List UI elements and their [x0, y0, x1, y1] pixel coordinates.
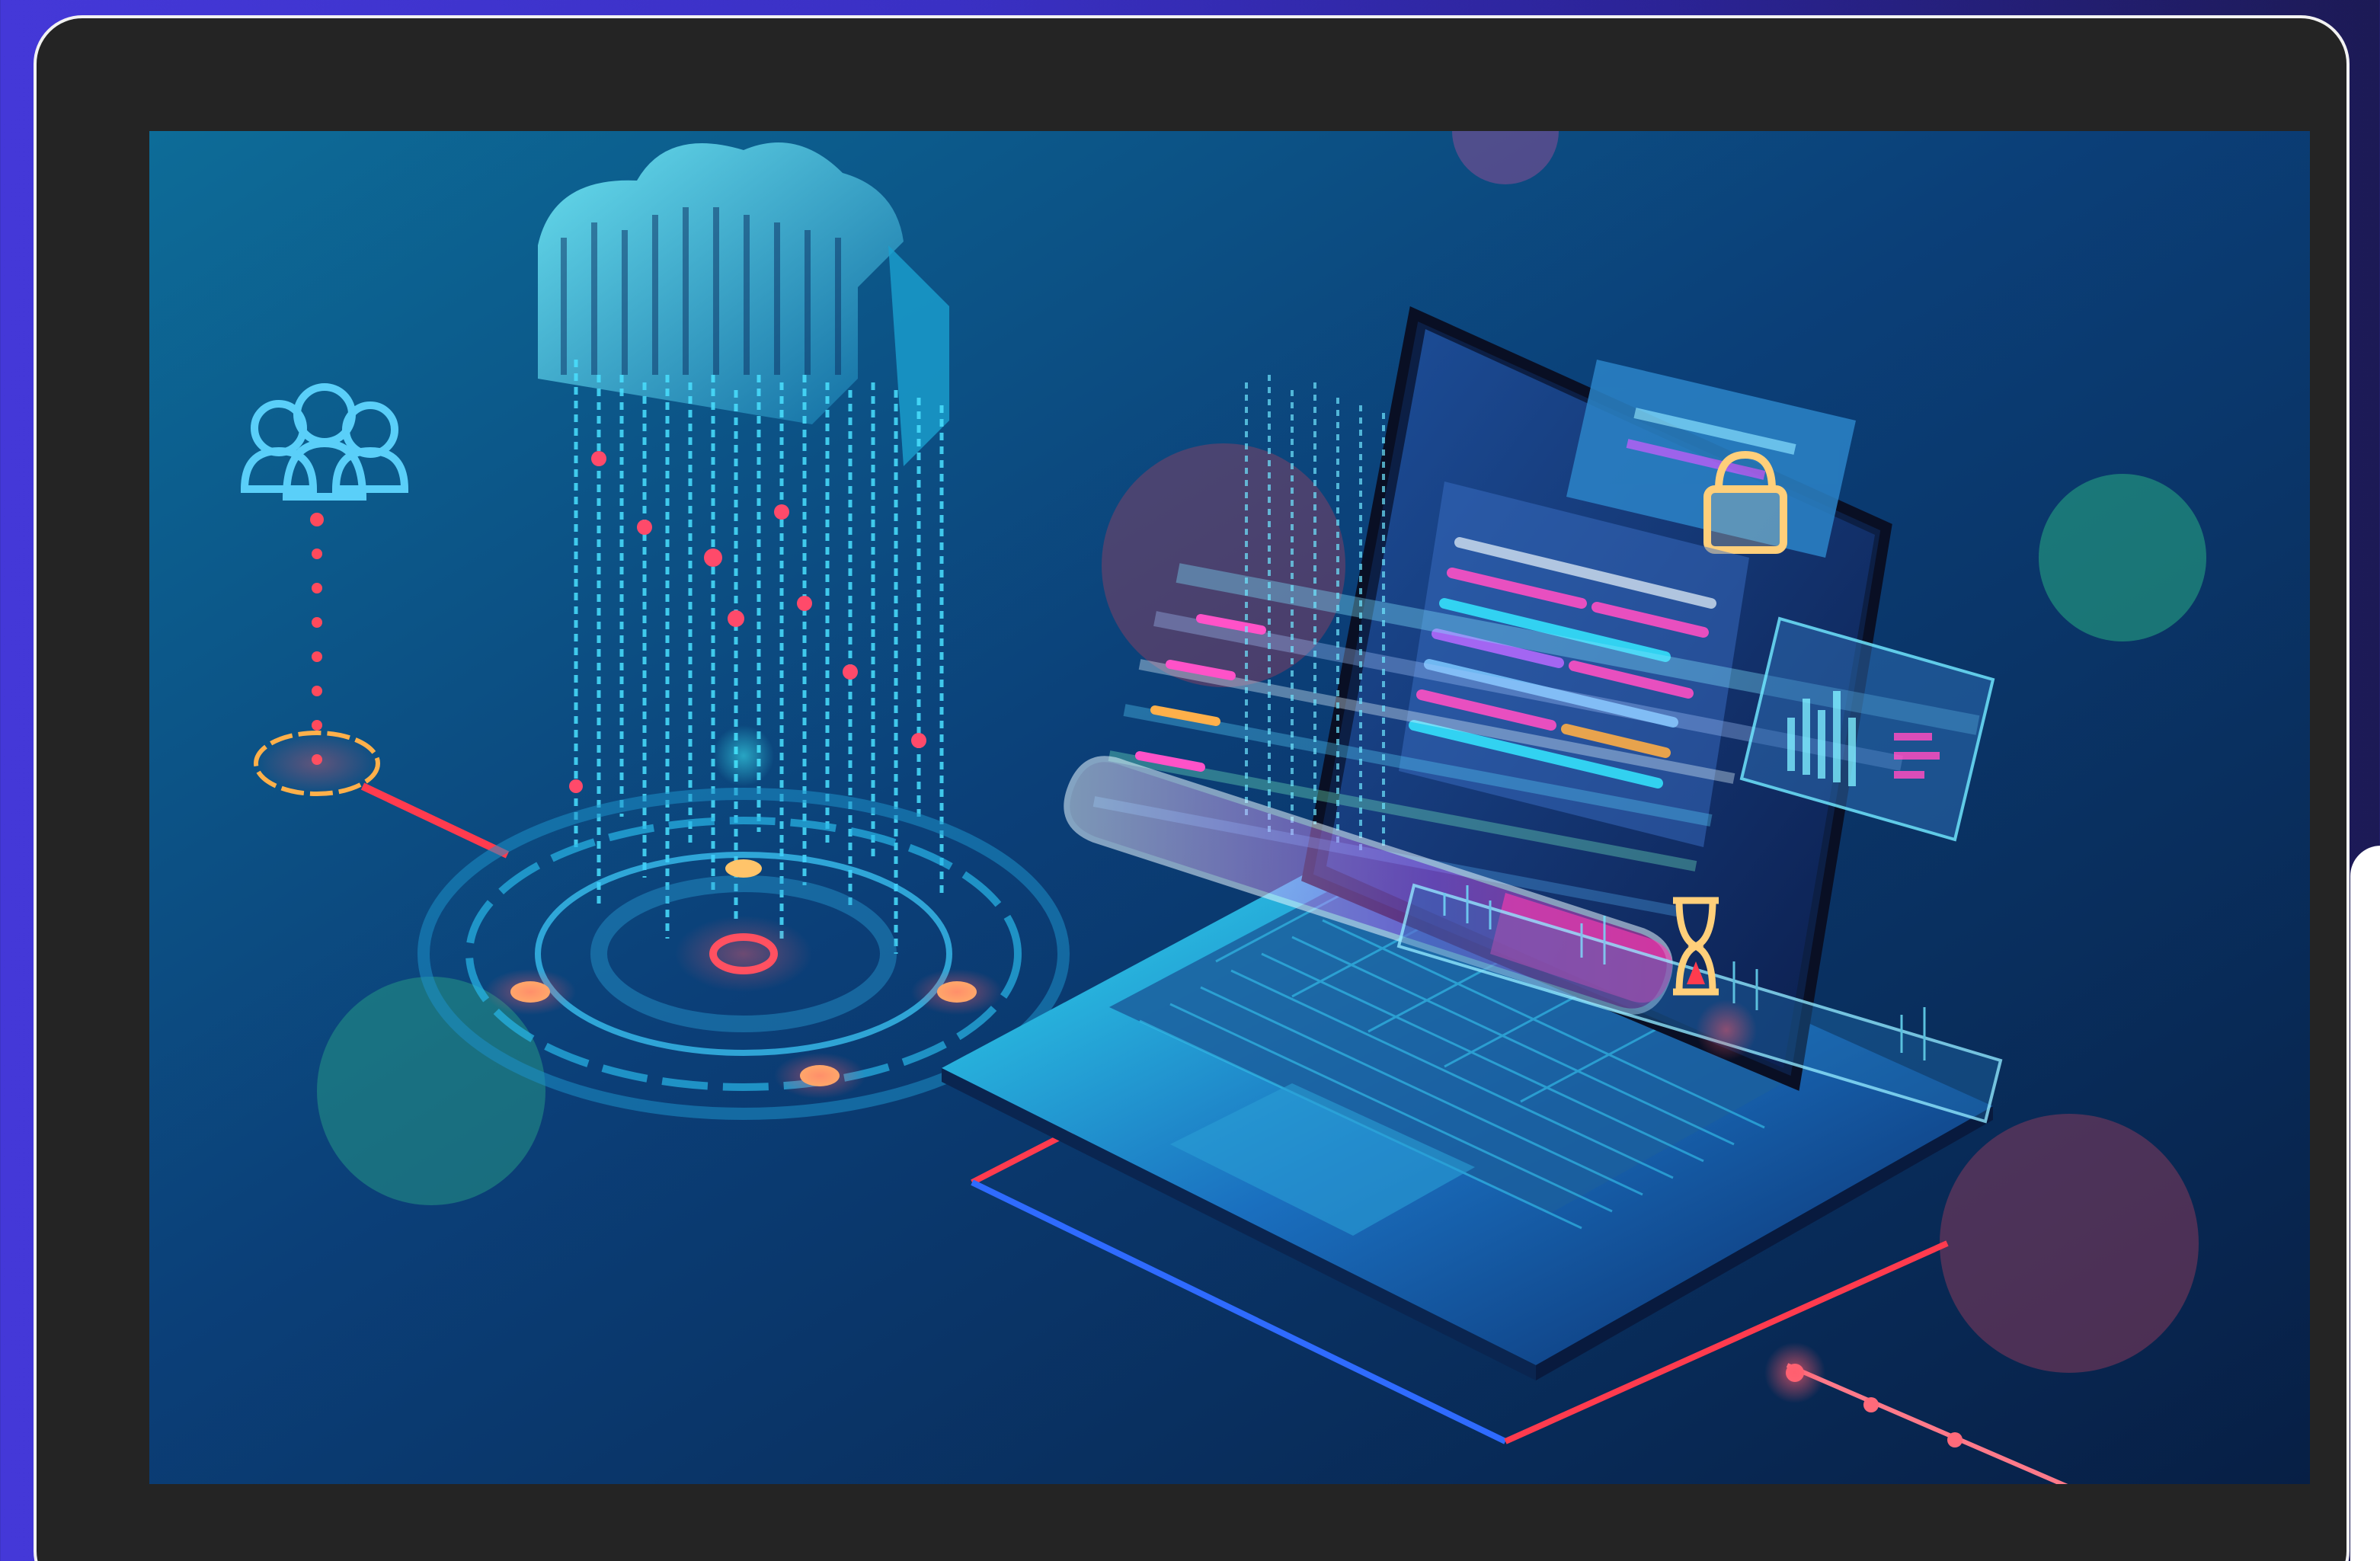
illustration-screen — [149, 131, 2310, 1484]
bokeh-3 — [2039, 474, 2206, 641]
monitor-frame — [34, 15, 2350, 1561]
side-panel-edge — [2350, 846, 2380, 1561]
tech-illustration — [149, 131, 2310, 1484]
bokeh-5 — [1940, 1114, 2199, 1373]
